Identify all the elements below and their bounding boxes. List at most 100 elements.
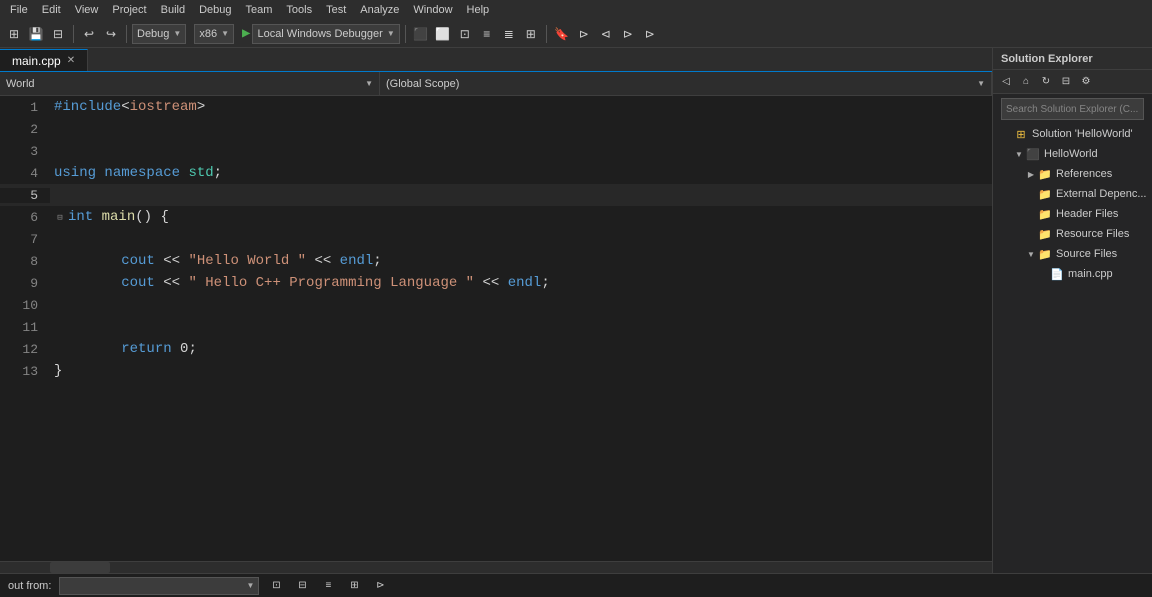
toolbar-save-all-btn[interactable]: ⊟ xyxy=(48,24,68,44)
toolbar-redo-btn[interactable]: ↪ xyxy=(101,24,121,44)
se-btn-back[interactable]: ◁ xyxy=(997,73,1015,91)
menu-test[interactable]: Test xyxy=(320,0,352,20)
se-label-3: External Depenc... xyxy=(1056,188,1147,200)
se-label-0: Solution 'HelloWorld' xyxy=(1032,128,1133,140)
menu-debug[interactable]: Debug xyxy=(193,0,237,20)
token-kw: using xyxy=(54,165,96,181)
output-btn-3[interactable]: ≡ xyxy=(319,577,337,595)
line-number-7: 7 xyxy=(0,232,50,247)
toolbar-btn-g[interactable]: 🔖 xyxy=(552,24,572,44)
toolbar-btn-f[interactable]: ⊞ xyxy=(521,24,541,44)
global-scope-dropdown[interactable]: (Global Scope) ▼ xyxy=(380,72,992,95)
debugger-arrow: ▼ xyxy=(387,29,395,38)
code-line-1[interactable]: 1#include<iostream> xyxy=(0,96,992,118)
code-line-6[interactable]: 6⊟int main() { xyxy=(0,206,992,228)
file-scope-dropdown[interactable]: World ▼ xyxy=(0,72,380,95)
tab-close-btn[interactable]: ✕ xyxy=(67,55,75,66)
menu-build[interactable]: Build xyxy=(155,0,191,20)
tab-main-cpp[interactable]: main.cpp ✕ xyxy=(0,49,88,71)
se-tree-item-5[interactable]: 📁Resource Files xyxy=(993,224,1152,244)
menu-project[interactable]: Project xyxy=(106,0,152,20)
menu-window[interactable]: Window xyxy=(407,0,458,20)
toolbar-btn-i[interactable]: ⊲ xyxy=(596,24,616,44)
platform-value: x86 xyxy=(199,28,217,40)
output-btn-5[interactable]: ⊳ xyxy=(371,577,389,595)
token-punct: > xyxy=(197,99,205,115)
se-arrow-1: ▼ xyxy=(1013,148,1025,160)
menu-view[interactable]: View xyxy=(69,0,105,20)
se-arrow-6: ▼ xyxy=(1025,248,1037,260)
code-editor[interactable]: 1#include<iostream>234using namespace st… xyxy=(0,96,992,561)
start-debugger-btn[interactable]: ▶ Local Windows Debugger ▼ xyxy=(242,24,400,44)
code-line-4[interactable]: 4using namespace std; xyxy=(0,162,992,184)
se-btn-refresh[interactable]: ↻ xyxy=(1037,73,1055,91)
se-btn-home[interactable]: ⌂ xyxy=(1017,73,1035,91)
toolbar-new-btn[interactable]: ⊞ xyxy=(4,24,24,44)
code-line-12[interactable]: 12 return 0; xyxy=(0,338,992,360)
editor-container: main.cpp ✕ World ▼ (Global Scope) ▼ 1#in… xyxy=(0,48,992,573)
se-btn-collapse[interactable]: ⊟ xyxy=(1057,73,1075,91)
se-tree-item-2[interactable]: ▶📁References xyxy=(993,164,1152,184)
code-line-5[interactable]: 5 xyxy=(0,184,992,206)
code-line-3[interactable]: 3 xyxy=(0,140,992,162)
menu-analyze[interactable]: Analyze xyxy=(354,0,405,20)
debugger-dropdown[interactable]: Local Windows Debugger ▼ xyxy=(252,24,399,44)
platform-arrow: ▼ xyxy=(221,29,229,38)
toolbar-btn-c[interactable]: ⊡ xyxy=(455,24,475,44)
platform-dropdown[interactable]: x86 ▼ xyxy=(194,24,234,44)
se-arrow-7 xyxy=(1037,268,1049,280)
se-search-placeholder: Search Solution Explorer (C... xyxy=(1006,104,1138,115)
global-scope-arrow: ▼ xyxy=(977,79,985,88)
code-line-8[interactable]: 8 cout << "Hello World " << endl; xyxy=(0,250,992,272)
code-line-9[interactable]: 9 cout << " Hello C++ Programming Langua… xyxy=(0,272,992,294)
toolbar-btn-e[interactable]: ≣ xyxy=(499,24,519,44)
se-tree-item-7[interactable]: 📄main.cpp xyxy=(993,264,1152,284)
toolbar-btn-h[interactable]: ⊳ xyxy=(574,24,594,44)
output-btn-1[interactable]: ⊡ xyxy=(267,577,285,595)
se-tree-item-6[interactable]: ▼📁Source Files xyxy=(993,244,1152,264)
toolbar-undo-btn[interactable]: ↩ xyxy=(79,24,99,44)
toolbar-btn-j[interactable]: ⊳ xyxy=(618,24,638,44)
file-scope-text: World xyxy=(6,78,35,90)
menu-team[interactable]: Team xyxy=(240,0,279,20)
code-line-11[interactable]: 11 xyxy=(0,316,992,338)
line-number-13: 13 xyxy=(0,364,50,379)
toolbar-btn-b[interactable]: ⬜ xyxy=(433,24,453,44)
fold-icon-6[interactable]: ⊟ xyxy=(54,212,66,224)
menu-tools[interactable]: Tools xyxy=(280,0,318,20)
config-dropdown[interactable]: Debug ▼ xyxy=(132,24,186,44)
se-tree-item-3[interactable]: 📁External Depenc... xyxy=(993,184,1152,204)
code-line-7[interactable]: 7 xyxy=(0,228,992,250)
editor-scrollbar[interactable] xyxy=(0,561,992,573)
menu-file[interactable]: File xyxy=(4,0,34,20)
code-line-10[interactable]: 10 xyxy=(0,294,992,316)
toolbar-btn-a[interactable]: ⬛ xyxy=(411,24,431,44)
se-tree-item-1[interactable]: ▼⬛HelloWorld xyxy=(993,144,1152,164)
code-line-2[interactable]: 2 xyxy=(0,118,992,140)
toolbar-btn-d[interactable]: ≡ xyxy=(477,24,497,44)
se-arrow-2: ▶ xyxy=(1025,168,1037,180)
token-kw: endl xyxy=(508,275,542,291)
line-number-5: 5 xyxy=(0,188,50,203)
se-btn-props[interactable]: ⚙ xyxy=(1077,73,1095,91)
token-ns: std xyxy=(188,165,213,181)
toolbar-save-btn[interactable]: 💾 xyxy=(26,24,46,44)
global-scope-text: (Global Scope) xyxy=(386,78,459,90)
menu-edit[interactable]: Edit xyxy=(36,0,67,20)
se-label-7: main.cpp xyxy=(1068,268,1113,280)
token-kw: namespace xyxy=(104,165,180,181)
line-number-9: 9 xyxy=(0,276,50,291)
output-dropdown[interactable]: ▼ xyxy=(59,577,259,595)
output-btn-4[interactable]: ⊞ xyxy=(345,577,363,595)
se-tree-item-4[interactable]: 📁Header Files xyxy=(993,204,1152,224)
output-panel: out from: ▼ ⊡ ⊟ ≡ ⊞ ⊳ xyxy=(0,573,1152,597)
se-label-6: Source Files xyxy=(1056,248,1117,260)
toolbar-btn-k[interactable]: ⊳ xyxy=(640,24,660,44)
output-btn-2[interactable]: ⊟ xyxy=(293,577,311,595)
se-tree-item-0[interactable]: ⊞Solution 'HelloWorld' xyxy=(993,124,1152,144)
code-line-13[interactable]: 13} xyxy=(0,360,992,382)
se-search-box[interactable]: Search Solution Explorer (C... xyxy=(1001,98,1144,120)
menu-help[interactable]: Help xyxy=(461,0,496,20)
line-content-1: #include<iostream> xyxy=(50,99,205,115)
line-content-9: cout << " Hello C++ Programming Language… xyxy=(50,275,550,291)
